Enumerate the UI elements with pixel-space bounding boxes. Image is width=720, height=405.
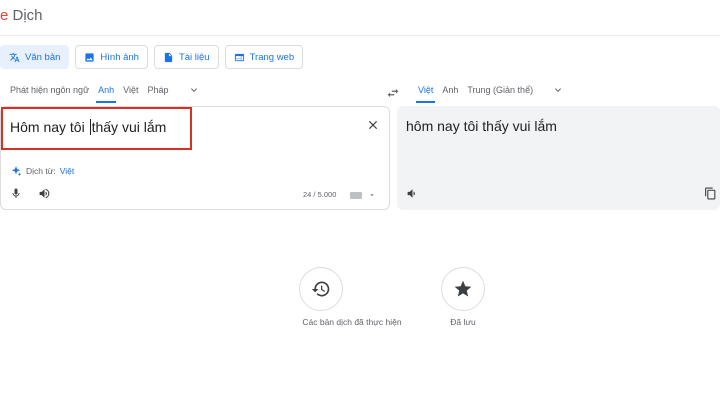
translation-output: hôm nay tôi thấy vui lắm bbox=[406, 118, 557, 134]
target-lang-english[interactable]: Anh bbox=[442, 85, 458, 95]
swap-languages-icon[interactable] bbox=[386, 86, 400, 100]
highlight-box bbox=[1, 107, 192, 150]
tab-document[interactable]: Tài liệu bbox=[153, 45, 219, 69]
app-logo[interactable]: e Dịch bbox=[0, 7, 43, 24]
source-language-row: Phát hiện ngôn ngữ Anh Việt Pháp bbox=[10, 84, 200, 103]
top-bar: e Dịch bbox=[0, 0, 720, 36]
saved-button[interactable] bbox=[441, 267, 485, 311]
source-lang-english[interactable]: Anh bbox=[96, 85, 117, 103]
saved-label: Đã lưu bbox=[450, 317, 476, 327]
detected-language: Dịch từ: Việt bbox=[10, 165, 74, 177]
history-button[interactable] bbox=[299, 267, 343, 311]
lang-detect[interactable]: Phát hiện ngôn ngữ bbox=[10, 85, 89, 95]
translate-icon bbox=[9, 52, 20, 62]
history-icon bbox=[311, 281, 330, 297]
chevron-down-icon[interactable] bbox=[188, 84, 200, 96]
microphone-icon[interactable] bbox=[10, 187, 22, 200]
copy-icon[interactable] bbox=[704, 187, 717, 200]
web-icon bbox=[234, 53, 244, 61]
keyboard-icon[interactable] bbox=[350, 192, 362, 199]
tab-website[interactable]: Trang web bbox=[224, 45, 304, 69]
target-lang-chinese[interactable]: Trung (Giản thể) bbox=[467, 85, 533, 95]
star-icon bbox=[454, 280, 472, 297]
close-icon[interactable] bbox=[366, 118, 380, 132]
tab-text[interactable]: Văn bản bbox=[0, 45, 70, 69]
document-icon bbox=[164, 52, 173, 62]
source-lang-french[interactable]: Pháp bbox=[147, 85, 168, 95]
caret-down-icon[interactable] bbox=[368, 191, 376, 199]
target-language-row: Việt Anh Trung (Giản thể) bbox=[415, 84, 564, 103]
listen-translation-icon[interactable] bbox=[406, 187, 419, 200]
target-lang-vietnamese[interactable]: Việt bbox=[415, 85, 436, 103]
sparkle-icon bbox=[11, 166, 22, 176]
listen-source-icon[interactable] bbox=[38, 187, 51, 200]
history-label: Các bản dịch đã thực hiện bbox=[302, 317, 402, 327]
tab-image[interactable]: Hình ảnh bbox=[75, 45, 148, 69]
character-count: 24 / 5.000 bbox=[303, 190, 337, 199]
detected-language-link[interactable]: Việt bbox=[60, 166, 75, 176]
chevron-down-icon[interactable] bbox=[552, 84, 564, 96]
image-icon bbox=[85, 52, 95, 62]
mode-tabs: Văn bản Hình ảnh Tài liệu Trang web bbox=[0, 45, 304, 69]
target-panel: hôm nay tôi thấy vui lắm bbox=[397, 106, 720, 210]
source-lang-vietnamese[interactable]: Việt bbox=[123, 85, 138, 95]
